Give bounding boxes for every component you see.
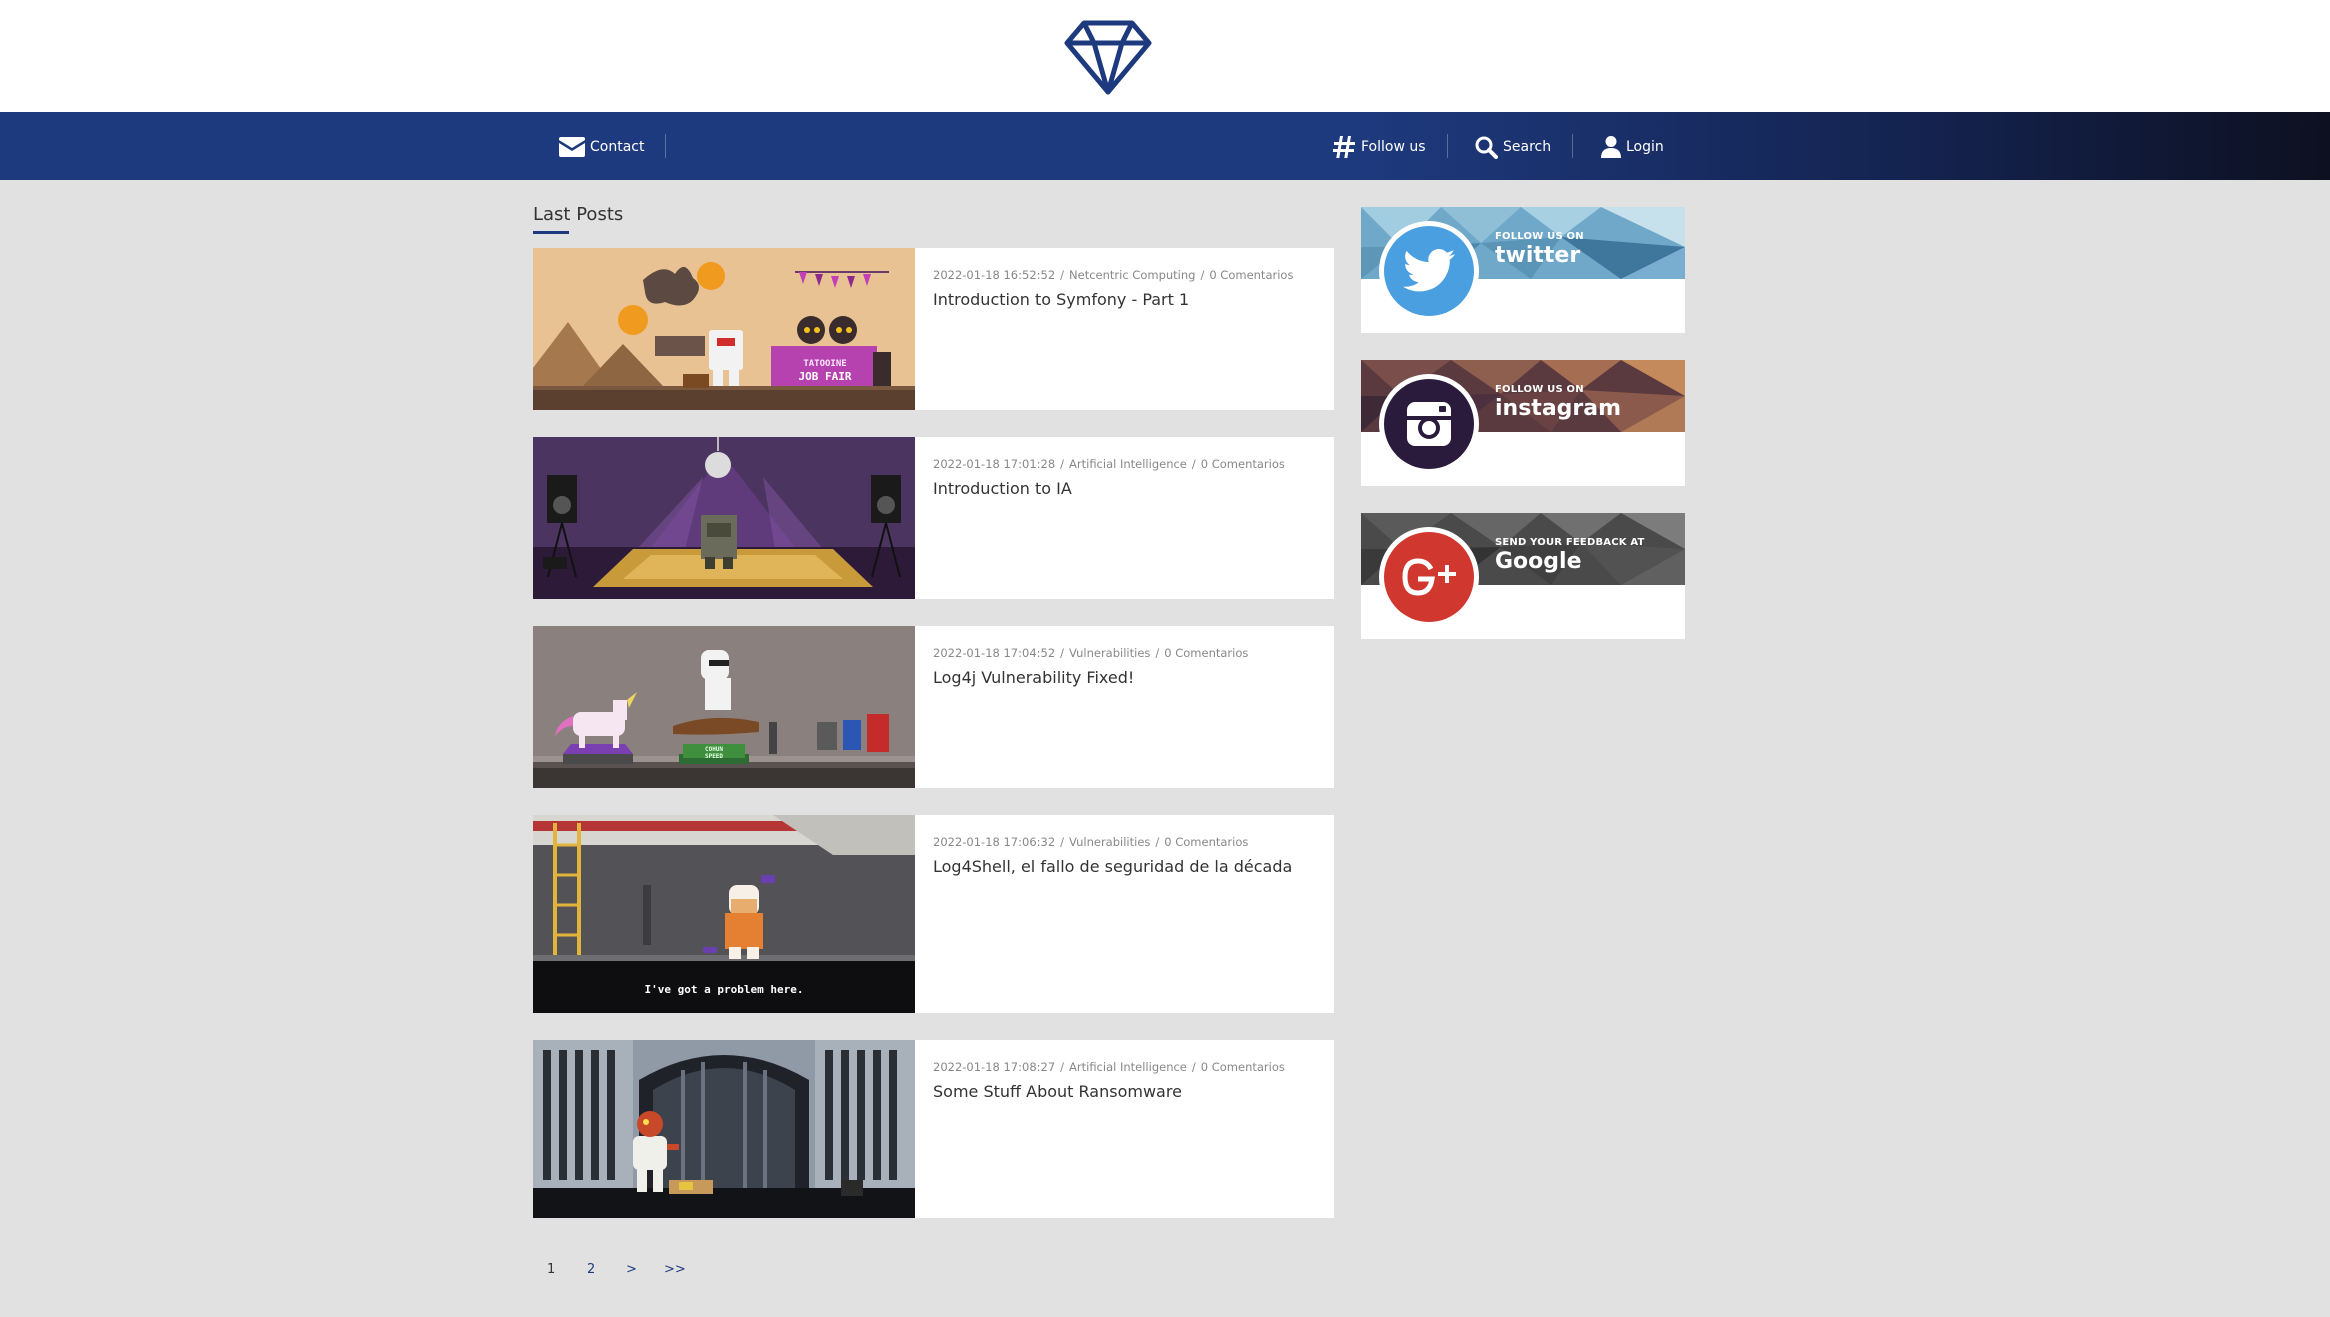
post-card[interactable]: TATOOINE JOB FAIR 2022-01-18 16:52:52/Ne…: [533, 248, 1334, 410]
post-card[interactable]: I've got a problem here. 2022-01-18 17:0…: [533, 815, 1334, 1013]
navigation-bar: Contact Follow us Search Login: [0, 112, 2330, 180]
section-title-underline: [533, 231, 569, 234]
nav-divider: [1572, 134, 1573, 158]
post-thumbnail[interactable]: COHUN SPEED: [533, 626, 915, 788]
post-comments[interactable]: 0 Comentarios: [1164, 835, 1248, 849]
instagram-widget-title: instagram: [1495, 396, 1622, 421]
twitter-icon-circle[interactable]: [1379, 221, 1479, 321]
nav-divider: [1447, 134, 1448, 158]
post-meta: 2022-01-18 17:08:27/Artificial Intellige…: [933, 1060, 1285, 1074]
post-date: 2022-01-18 16:52:52: [933, 268, 1056, 282]
diamond-logo-icon[interactable]: [1064, 20, 1152, 96]
hashtag-icon: [1333, 136, 1355, 158]
google-icon-circle[interactable]: [1379, 527, 1479, 627]
page-next[interactable]: >: [626, 1262, 637, 1277]
thumb-text: TATOOINE: [803, 359, 846, 369]
nav-login[interactable]: Login: [1601, 134, 1664, 160]
post-thumbnail[interactable]: [533, 437, 915, 599]
page-last[interactable]: >>: [664, 1262, 686, 1277]
nav-search-label: Search: [1503, 139, 1552, 155]
post-comments[interactable]: 0 Comentarios: [1164, 646, 1248, 660]
post-category[interactable]: Artificial Intelligence: [1069, 1060, 1187, 1074]
twitter-bird-icon: [1403, 249, 1455, 292]
envelope-icon: [559, 137, 585, 157]
nav-search[interactable]: Search: [1474, 134, 1551, 160]
nav-divider: [665, 134, 666, 158]
google-widget[interactable]: SEND YOUR FEEDBACK AT Google: [1361, 513, 1685, 639]
instagram-widget-subtitle: FOLLOW US ON: [1495, 384, 1584, 395]
header: [0, 0, 2330, 112]
post-thumbnail[interactable]: I've got a problem here.: [533, 815, 915, 1013]
twitter-widget-subtitle: FOLLOW US ON: [1495, 231, 1584, 242]
instagram-icon-circle[interactable]: [1379, 374, 1479, 474]
thumb-caption: I've got a problem here.: [645, 983, 804, 996]
thumb-text: JOB FAIR: [799, 370, 852, 383]
post-card[interactable]: COHUN SPEED 2022-01-18 17:04:52/Vulnerab…: [533, 626, 1334, 788]
post-title[interactable]: Log4j Vulnerability Fixed!: [933, 668, 1134, 687]
nav-contact[interactable]: Contact: [559, 134, 644, 160]
google-plus-icon: [1402, 558, 1456, 596]
instagram-camera-icon: [1407, 402, 1451, 446]
post-category[interactable]: Artificial Intelligence: [1069, 457, 1187, 471]
post-title[interactable]: Log4Shell, el fallo de seguridad de la d…: [933, 857, 1292, 876]
post-date: 2022-01-18 17:06:32: [933, 835, 1056, 849]
user-icon: [1601, 136, 1621, 158]
section-title: Last Posts: [533, 204, 624, 225]
post-thumbnail[interactable]: [533, 1040, 915, 1218]
instagram-widget[interactable]: FOLLOW US ON instagram: [1361, 360, 1685, 486]
thumb-text: COHUN: [705, 746, 723, 753]
post-title[interactable]: Introduction to Symfony - Part 1: [933, 290, 1189, 309]
post-meta: 2022-01-18 17:06:32/Vulnerabilities/0 Co…: [933, 835, 1249, 849]
post-title[interactable]: Some Stuff About Ransomware: [933, 1082, 1182, 1101]
google-widget-subtitle: SEND YOUR FEEDBACK AT: [1495, 537, 1645, 548]
post-comments[interactable]: 0 Comentarios: [1201, 457, 1285, 471]
nav-follow-us-label: Follow us: [1361, 139, 1426, 155]
page-link-1[interactable]: 1: [547, 1262, 555, 1277]
post-meta: 2022-01-18 17:01:28/Artificial Intellige…: [933, 457, 1285, 471]
post-title[interactable]: Introduction to IA: [933, 479, 1072, 498]
twitter-widget[interactable]: FOLLOW US ON twitter: [1361, 207, 1685, 333]
post-date: 2022-01-18 17:04:52: [933, 646, 1056, 660]
twitter-widget-title: twitter: [1495, 243, 1581, 268]
nav-login-label: Login: [1626, 139, 1664, 155]
nav-follow-us[interactable]: Follow us: [1332, 134, 1426, 160]
post-category[interactable]: Vulnerabilities: [1069, 835, 1150, 849]
post-thumbnail[interactable]: TATOOINE JOB FAIR: [533, 248, 915, 410]
post-card[interactable]: 2022-01-18 17:01:28/Artificial Intellige…: [533, 437, 1334, 599]
post-comments[interactable]: 0 Comentarios: [1209, 268, 1293, 282]
search-icon: [1475, 136, 1498, 159]
post-meta: 2022-01-18 16:52:52/Netcentric Computing…: [933, 268, 1294, 282]
google-widget-title: Google: [1495, 549, 1582, 574]
post-category[interactable]: Vulnerabilities: [1069, 646, 1150, 660]
post-date: 2022-01-18 17:08:27: [933, 1060, 1056, 1074]
page-link-2[interactable]: 2: [587, 1262, 595, 1277]
thumb-text: SPEED: [705, 753, 723, 760]
post-card[interactable]: 2022-01-18 17:08:27/Artificial Intellige…: [533, 1040, 1334, 1218]
post-category[interactable]: Netcentric Computing: [1069, 268, 1195, 282]
post-date: 2022-01-18 17:01:28: [933, 457, 1056, 471]
nav-contact-label: Contact: [590, 139, 645, 155]
post-meta: 2022-01-18 17:04:52/Vulnerabilities/0 Co…: [933, 646, 1249, 660]
post-comments[interactable]: 0 Comentarios: [1201, 1060, 1285, 1074]
